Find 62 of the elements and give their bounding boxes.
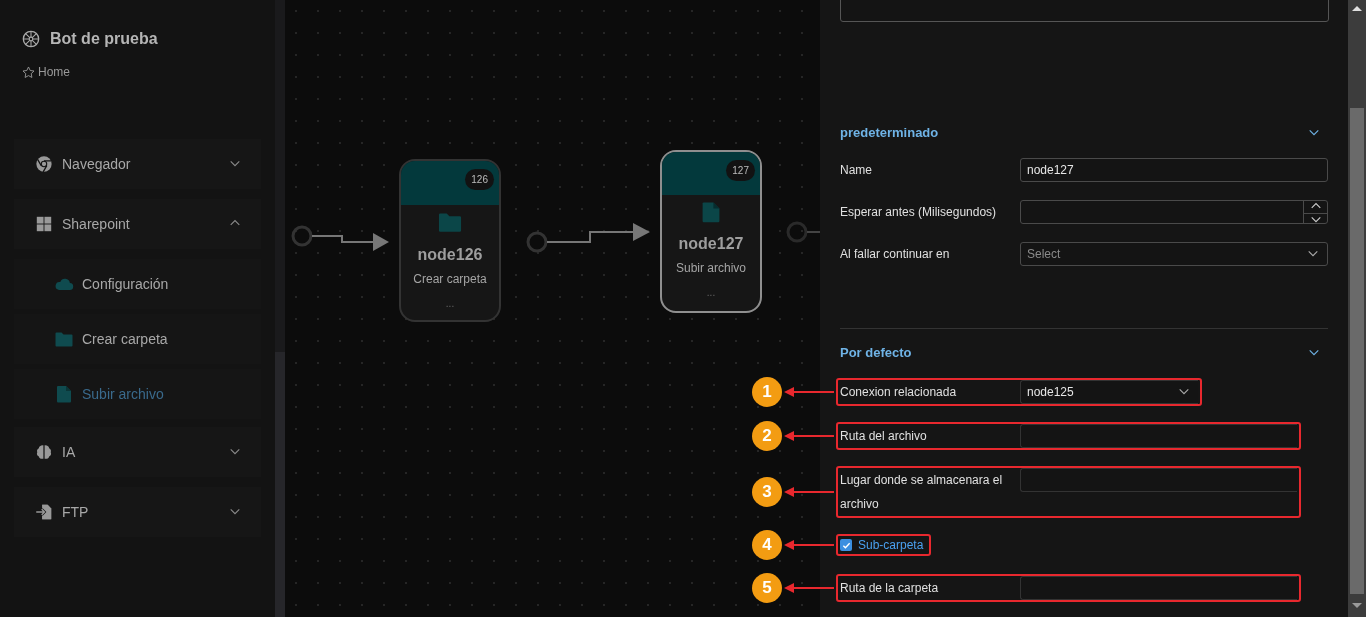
scrollbar[interactable] — [275, 0, 285, 617]
node-title: node126 — [417, 245, 483, 265]
field-label: Ruta de la carpeta — [840, 580, 940, 597]
node-more: ... — [445, 297, 455, 311]
input-field[interactable] — [1020, 468, 1297, 492]
port-handle[interactable] — [291, 225, 313, 247]
star-icon — [22, 65, 35, 79]
submenu-item-label: Subir archivo — [82, 384, 164, 404]
checkbox[interactable] — [840, 539, 852, 551]
callout-arrow — [782, 582, 834, 594]
field-label: Name — [840, 162, 873, 179]
field-label: Esperar antes (Milisegundos) — [840, 204, 998, 221]
browser-icon — [35, 155, 53, 173]
select-field[interactable]: Select — [1020, 242, 1328, 266]
node-more: ... — [706, 286, 716, 300]
scroll-up-icon[interactable] — [1352, 6, 1362, 11]
app-title: Bot de prueba — [50, 29, 158, 49]
node-title: node127 — [678, 234, 744, 254]
callout-arrow — [782, 430, 834, 442]
file-icon — [54, 384, 74, 404]
callout-arrow — [782, 486, 834, 498]
section-title[interactable]: predeterminado — [840, 123, 939, 143]
field-value: node127 — [1027, 162, 1074, 179]
port-handle[interactable] — [526, 231, 548, 253]
wheel-icon — [22, 30, 40, 48]
node-subtitle: Subir archivo — [676, 260, 746, 277]
field-label: Ruta del archivo — [840, 428, 928, 445]
sub-folder-checkbox[interactable]: Sub-carpeta — [840, 536, 928, 554]
menu-item-label: FTP — [62, 502, 90, 522]
node-badge: 127 — [726, 160, 755, 181]
menu-item-label: Sharepoint — [62, 214, 131, 234]
menu-item-label: IA — [62, 442, 77, 462]
grid-icon — [35, 215, 53, 233]
menu-item-label: Navegador — [62, 154, 132, 174]
scrollbar[interactable] — [1348, 0, 1366, 617]
input-field[interactable] — [1020, 424, 1297, 448]
scroll-down-icon[interactable] — [1352, 603, 1362, 608]
home-link[interactable]: Home — [38, 63, 70, 81]
submenu-item-label: Crear carpeta — [82, 329, 168, 349]
node-subtitle: Crear carpeta — [413, 271, 487, 288]
file-import-icon — [35, 503, 53, 521]
node-badge: 126 — [465, 169, 494, 190]
scrollbar-thumb[interactable] — [1350, 108, 1364, 594]
select-field[interactable]: node125 — [1020, 380, 1198, 404]
field-label: Conexion relacionada — [840, 384, 958, 401]
field-label: Al fallar continuar en — [840, 246, 951, 263]
port-handle[interactable] — [786, 221, 808, 243]
scrollbar-thumb[interactable] — [275, 352, 285, 617]
field-label: Lugar donde se almacenara el archivo — [840, 472, 1004, 513]
section-title[interactable]: Por defecto — [840, 343, 912, 363]
input-field[interactable] — [1020, 576, 1297, 600]
field-value: node125 — [1027, 384, 1074, 401]
callout-arrow — [782, 386, 834, 398]
flow-node[interactable]: 126 node126 Crear carpeta ... — [399, 159, 501, 322]
callout-arrow — [782, 539, 834, 551]
input-field[interactable]: node127 — [1020, 158, 1328, 182]
number-field[interactable] — [1020, 200, 1328, 224]
brain-icon — [35, 443, 53, 461]
flow-node[interactable]: 127 node127 Subir archivo ... — [660, 150, 762, 313]
number-stepper[interactable] — [1303, 201, 1327, 223]
field-placeholder: Select — [1027, 246, 1061, 263]
submenu-item-label: Configuración — [82, 274, 169, 294]
